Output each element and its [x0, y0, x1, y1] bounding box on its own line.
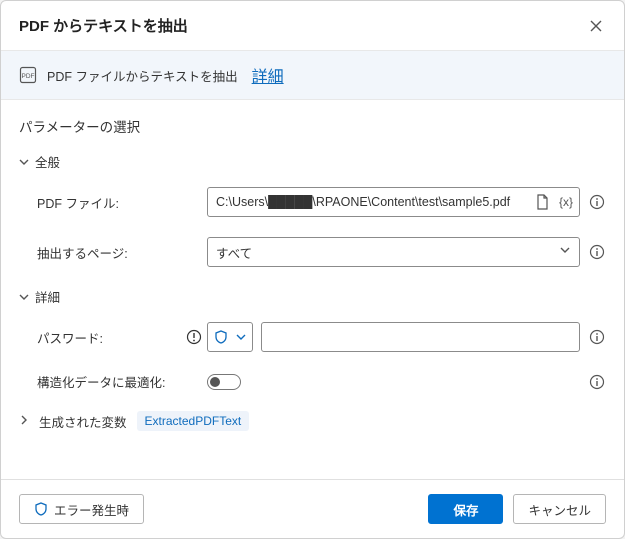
optimize-label: 構造化データに最適化: — [37, 372, 165, 391]
toggle-thumb — [210, 377, 220, 387]
password-mode-select[interactable] — [207, 322, 253, 352]
row-password: パスワード: — [19, 322, 606, 352]
group-advanced-header[interactable]: 詳細 — [19, 287, 606, 306]
info-icon[interactable] — [588, 373, 606, 391]
section-title: パラメーターの選択 — [19, 116, 606, 136]
group-advanced-label: 詳細 — [35, 287, 60, 306]
info-icon[interactable] — [588, 328, 606, 346]
info-icon[interactable] — [588, 193, 606, 211]
password-input[interactable] — [261, 322, 580, 352]
shield-icon — [34, 502, 48, 516]
dialog-header: PDF からテキストを抽出 — [1, 1, 624, 50]
pages-select[interactable]: すべて — [207, 237, 580, 267]
pages-label: 抽出するページ: — [37, 243, 128, 262]
info-banner: PDF PDF ファイルからテキストを抽出 詳細 — [1, 50, 624, 100]
warning-icon — [185, 328, 203, 346]
close-button[interactable] — [586, 16, 606, 36]
row-pdf-file: PDF ファイル: {x} — [19, 187, 606, 217]
chevron-right-icon — [19, 414, 29, 428]
browse-file-icon[interactable] — [533, 193, 551, 211]
group-generated-label: 生成された変数 — [39, 412, 127, 431]
pages-selected-value: すべて — [216, 243, 252, 262]
chevron-down-icon — [559, 243, 571, 261]
row-pages: 抽出するページ: すべて — [19, 237, 606, 267]
details-link[interactable]: 詳細 — [252, 63, 284, 87]
variable-picker-icon[interactable]: {x} — [557, 193, 575, 211]
shield-icon — [214, 330, 228, 344]
close-icon — [590, 20, 602, 32]
dialog: PDF からテキストを抽出 PDF PDF ファイルからテキストを抽出 詳細 パ… — [0, 0, 625, 539]
dialog-title: PDF からテキストを抽出 — [19, 15, 188, 36]
pdf-file-input-wrap: {x} — [207, 187, 580, 217]
info-icon[interactable] — [588, 243, 606, 261]
cancel-label: キャンセル — [528, 500, 591, 519]
generated-variable-chip[interactable]: ExtractedPDFText — [137, 411, 250, 431]
chevron-down-icon — [19, 292, 29, 302]
dialog-body: パラメーターの選択 全般 PDF ファイル: {x} — [1, 100, 624, 479]
chevron-down-icon — [19, 157, 29, 167]
pdf-icon: PDF — [19, 66, 37, 84]
on-error-button[interactable]: エラー発生時 — [19, 494, 144, 524]
optimize-toggle[interactable] — [207, 374, 241, 390]
group-generated-header[interactable]: 生成された変数 ExtractedPDFText — [19, 411, 606, 431]
cancel-button[interactable]: キャンセル — [513, 494, 606, 524]
svg-text:PDF: PDF — [22, 73, 35, 80]
chevron-down-icon — [236, 332, 246, 342]
banner-text: PDF ファイルからテキストを抽出 — [47, 66, 238, 85]
save-label: 保存 — [453, 500, 478, 519]
password-label: パスワード: — [37, 328, 103, 347]
save-button[interactable]: 保存 — [428, 494, 503, 524]
group-general-label: 全般 — [35, 152, 60, 171]
pdf-file-input[interactable] — [208, 188, 523, 216]
dialog-footer: エラー発生時 保存 キャンセル — [1, 479, 624, 538]
row-optimize: 構造化データに最適化: — [19, 372, 606, 391]
pdf-file-label: PDF ファイル: — [37, 193, 119, 212]
on-error-label: エラー発生時 — [54, 500, 129, 519]
group-general-header[interactable]: 全般 — [19, 152, 606, 171]
